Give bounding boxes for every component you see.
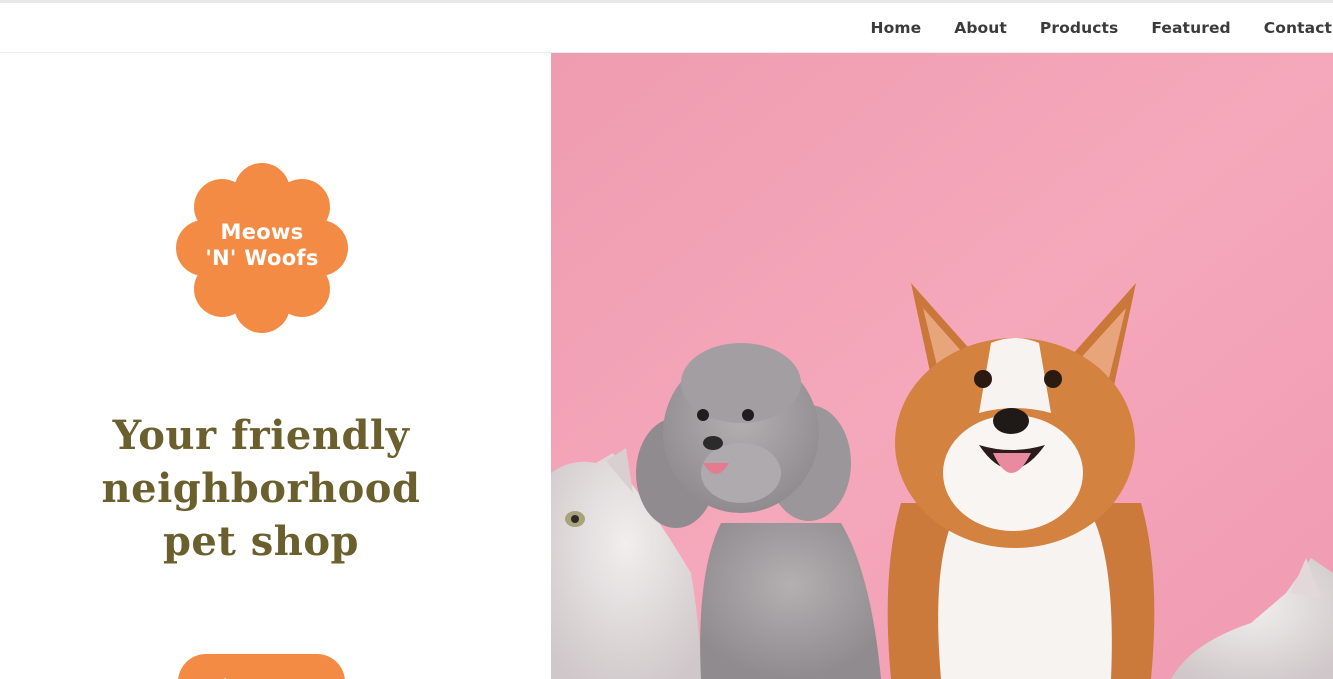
brand-name-line2: 'N' Woofs	[205, 246, 319, 270]
nav-home-link[interactable]: Home	[871, 19, 922, 37]
hero-headline-line3: pet shop	[162, 518, 360, 565]
nav-contact-link[interactable]: Contact	[1264, 19, 1332, 37]
brand-logo-badge[interactable]: Meows 'N' Woofs	[176, 163, 348, 333]
brand-name: Meows 'N' Woofs	[176, 219, 348, 271]
nav-products-link[interactable]: Products	[1040, 19, 1118, 37]
hero-left-panel: Meows 'N' Woofs Your friendly neighborho…	[0, 53, 551, 679]
nav-about-link[interactable]: About	[954, 19, 1007, 37]
corgi-dog	[887, 283, 1155, 679]
hero-headline: Your friendly neighborhood pet shop	[30, 409, 492, 568]
brand-name-line1: Meows	[220, 220, 304, 244]
hero-headline-line2: neighborhood	[101, 465, 421, 512]
navbar: Home About Products Featured Contact	[0, 3, 1333, 53]
shop-now-button[interactable]: Shop Now	[178, 654, 345, 679]
pets-photo-illustration	[551, 53, 1333, 679]
nav-featured-link[interactable]: Featured	[1151, 19, 1230, 37]
hero-headline-line1: Your friendly	[112, 412, 410, 459]
nav-menu: Home About Products Featured Contact	[838, 3, 1333, 52]
hero-pets-image	[551, 53, 1333, 679]
